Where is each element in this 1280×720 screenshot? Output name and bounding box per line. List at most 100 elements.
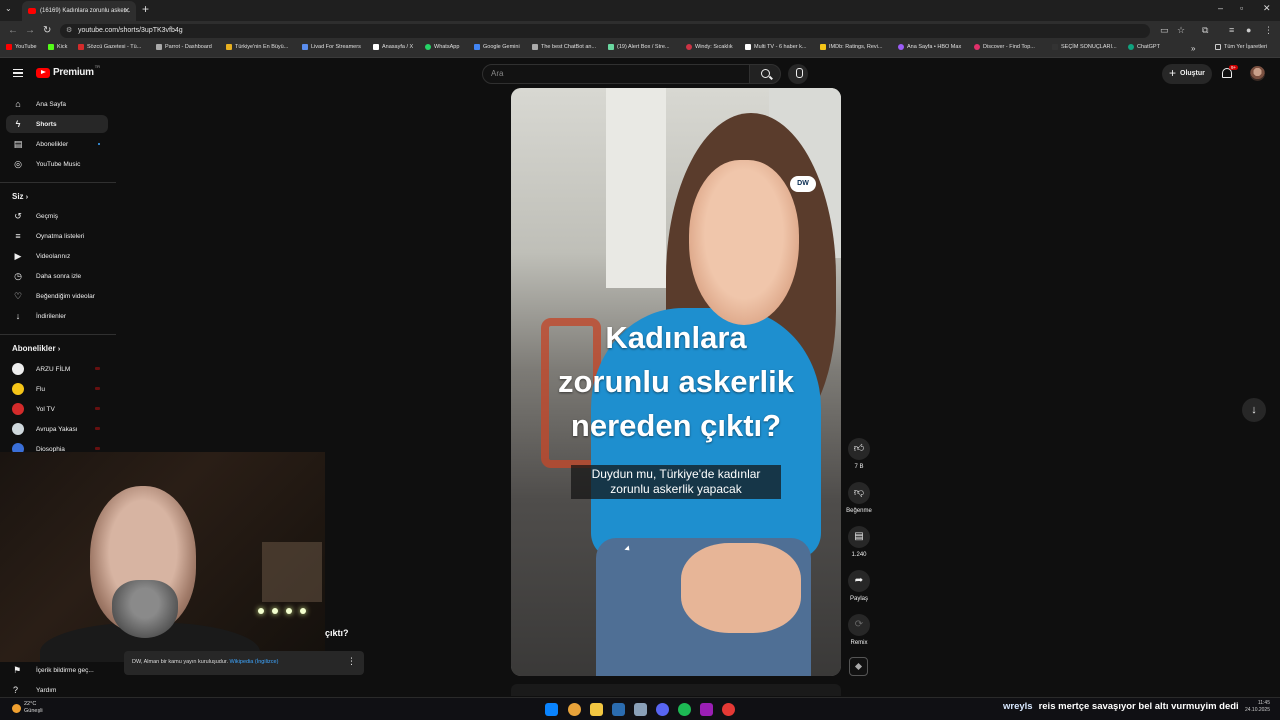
minimize-icon[interactable]: – bbox=[1218, 3, 1223, 13]
bookmark-item[interactable]: IMDb: Ratings, Revi... bbox=[820, 44, 883, 50]
sidebar-item-shorts[interactable]: ϟ Shorts bbox=[6, 115, 108, 133]
sound-thumbnail-button[interactable] bbox=[849, 657, 868, 676]
create-button[interactable]: Oluştur bbox=[1162, 63, 1212, 84]
bookmark-item[interactable]: Google Gemini bbox=[474, 44, 520, 50]
address-toolbar: ← → ↻ ⚙ youtube.com/shorts/3upTK3vfb4g ▭… bbox=[0, 21, 1280, 41]
dislike-icon[interactable]: 👎︎ bbox=[848, 482, 870, 504]
bookmark-item[interactable]: Kick bbox=[48, 44, 67, 50]
voice-search-icon[interactable] bbox=[788, 64, 808, 84]
reload-icon[interactable]: ↻ bbox=[43, 25, 51, 36]
like-action[interactable]: 👍︎ 7 B bbox=[842, 438, 876, 470]
bookmark-item[interactable]: Türkiye'nin En Büyü... bbox=[226, 44, 288, 50]
browser-menu-icon[interactable]: ⋮ bbox=[1264, 25, 1273, 36]
sidebar-item-music[interactable]: ◎ YouTube Music bbox=[6, 155, 108, 173]
webcam-light bbox=[258, 608, 264, 614]
sidebar-item-subscriptions[interactable]: ▤ Abonelikler bbox=[6, 135, 108, 153]
url-field[interactable]: ⚙ youtube.com/shorts/3upTK3vfb4g bbox=[60, 24, 1150, 38]
bookmark-item[interactable]: ChatGPT bbox=[1128, 44, 1160, 50]
video-title-overlay: Kadınlara zorunlu askerlik nereden çıktı… bbox=[557, 320, 795, 443]
bookmark-item[interactable]: Ana Sayfa • HBO Max bbox=[898, 44, 961, 50]
like-icon[interactable]: 👍︎ bbox=[848, 438, 870, 460]
tab-close-icon[interactable]: ✕ bbox=[123, 6, 130, 15]
system-clock[interactable]: 11:45 24.10.2025 bbox=[1240, 700, 1270, 714]
sidebar-item-liked[interactable]: ♡ Beğendiğim videolar bbox=[6, 287, 108, 305]
close-window-icon[interactable]: ✕ bbox=[1263, 3, 1271, 14]
sidebar-item-watch-later[interactable]: ◷ Daha sonra izle bbox=[6, 267, 108, 285]
bookmarks-bar: YouTube Kick Sözcü Gazetesi - Tü... Parr… bbox=[0, 41, 1280, 58]
channel-item[interactable]: Flu bbox=[6, 380, 108, 398]
remix-icon[interactable]: ⟳ bbox=[848, 614, 870, 636]
back-icon[interactable]: ← bbox=[8, 25, 18, 36]
more-bookmarks-icon[interactable]: » bbox=[1191, 44, 1195, 53]
install-icon[interactable]: ▭ bbox=[1160, 25, 1169, 36]
extensions-icon[interactable]: ⧉ bbox=[1202, 25, 1208, 36]
sidebar-item-your-videos[interactable]: ▶ Videolarınız bbox=[6, 247, 108, 265]
your-videos-icon: ▶ bbox=[14, 251, 22, 261]
channel-avatar bbox=[12, 363, 24, 375]
subscriptions-heading[interactable]: Abonelikler › bbox=[12, 344, 60, 353]
channel-item[interactable]: Avrupa Yakası bbox=[6, 420, 108, 438]
comment-icon[interactable]: ▤ bbox=[848, 526, 870, 548]
sidebar-item-playlists[interactable]: ≡ Oynatma listeleri bbox=[6, 227, 108, 245]
live-indicator-icon bbox=[95, 407, 100, 410]
bookmark-item[interactable]: Discover - Find Top... bbox=[974, 44, 1035, 50]
browser-tab-active[interactable]: (16169) Kadınlara zorunlu asker... ✕ bbox=[22, 1, 136, 21]
start-icon[interactable] bbox=[545, 703, 558, 716]
comment-count: 1.240 bbox=[851, 552, 867, 558]
history-icon: ↺ bbox=[14, 211, 22, 221]
share-action[interactable]: ➦ Paylaş bbox=[842, 570, 876, 602]
bookmark-star-icon[interactable]: ☆ bbox=[1177, 25, 1185, 36]
weather-widget[interactable]: 22°C Güneşli bbox=[12, 701, 43, 715]
webcam-light bbox=[286, 608, 292, 614]
bookmark-item[interactable]: Multi TV - 6 haber k... bbox=[745, 44, 806, 50]
bookmark-item[interactable]: Sözcü Gazetesi - Tü... bbox=[78, 44, 141, 50]
bookmark-item[interactable]: The best ChatBot an... bbox=[532, 44, 596, 50]
search-input[interactable]: Ara bbox=[482, 64, 750, 84]
liked-icon: ♡ bbox=[13, 291, 23, 301]
bookmark-item[interactable]: Anasayfa / X bbox=[373, 44, 413, 50]
media-icon[interactable]: ≡ bbox=[1229, 25, 1234, 35]
you-section-heading[interactable]: Siz › bbox=[12, 192, 28, 201]
all-bookmarks-folder[interactable]: Tüm Yer İşaretleri bbox=[1215, 44, 1267, 50]
sidebar-item-report-history[interactable]: ⚑ İçerik bildirme geç... bbox=[6, 661, 108, 679]
shorts-video-player[interactable]: DW Kadınlara zorunlu askerlik nereden çı… bbox=[511, 88, 841, 676]
sidebar-item-history[interactable]: ↺ Geçmiş bbox=[6, 207, 108, 225]
site-info-icon[interactable]: ⚙ bbox=[66, 24, 72, 38]
next-short-button[interactable]: ↓ bbox=[1242, 398, 1266, 422]
channel-item[interactable]: ARZU FİLM bbox=[6, 360, 108, 378]
sidebar-item-downloads[interactable]: ↓ İndirilenler bbox=[6, 307, 108, 325]
guide-menu-icon[interactable] bbox=[13, 69, 23, 77]
bookmark-item[interactable]: (19) Alert Box / Stre... bbox=[608, 44, 670, 50]
spotify-icon[interactable] bbox=[678, 703, 691, 716]
bookmark-item[interactable]: Livad For Streamers bbox=[302, 44, 361, 50]
new-tab-button[interactable]: + bbox=[142, 2, 149, 16]
chrome-icon[interactable] bbox=[568, 703, 581, 716]
remix-action[interactable]: ⟳ Remix bbox=[842, 614, 876, 646]
app-icon[interactable] bbox=[612, 703, 625, 716]
steam-icon[interactable] bbox=[634, 703, 647, 716]
wikipedia-link[interactable]: Wikipedia (İngilizce) bbox=[230, 659, 279, 665]
tab-search-icon[interactable]: ⌄ bbox=[5, 4, 12, 13]
forward-icon[interactable]: → bbox=[25, 25, 35, 36]
share-icon[interactable]: ➦ bbox=[848, 570, 870, 592]
channel-item[interactable]: Yol TV bbox=[6, 400, 108, 418]
search-icon[interactable] bbox=[749, 64, 781, 84]
app-icon[interactable] bbox=[722, 703, 735, 716]
next-short-preview[interactable] bbox=[511, 684, 841, 696]
bookmark-item[interactable]: Windy: Sıcaklık bbox=[686, 44, 733, 50]
bookmark-item[interactable]: YouTube bbox=[6, 44, 37, 50]
youtube-premium-logo[interactable]: Premium TR bbox=[36, 64, 100, 78]
bookmark-item[interactable]: WhatsApp bbox=[425, 44, 459, 50]
dislike-action[interactable]: 👎︎ Beğenme bbox=[842, 482, 876, 514]
sidebar-item-home[interactable]: ⌂ Ana Sayfa bbox=[6, 95, 108, 113]
discord-icon[interactable] bbox=[656, 703, 669, 716]
bookmark-item[interactable]: Parrot - Dashboard bbox=[156, 44, 212, 50]
file-explorer-icon[interactable] bbox=[590, 703, 603, 716]
comment-action[interactable]: ▤ 1.240 bbox=[842, 526, 876, 558]
bookmark-item[interactable]: SEÇİM SONUÇLARI... bbox=[1052, 44, 1117, 50]
maximize-icon[interactable]: ▫ bbox=[1240, 3, 1243, 13]
app-icon[interactable] bbox=[700, 703, 713, 716]
profile-icon[interactable]: ● bbox=[1246, 25, 1251, 35]
more-options-icon[interactable]: ⋮ bbox=[347, 656, 356, 667]
avatar[interactable] bbox=[1250, 66, 1265, 81]
